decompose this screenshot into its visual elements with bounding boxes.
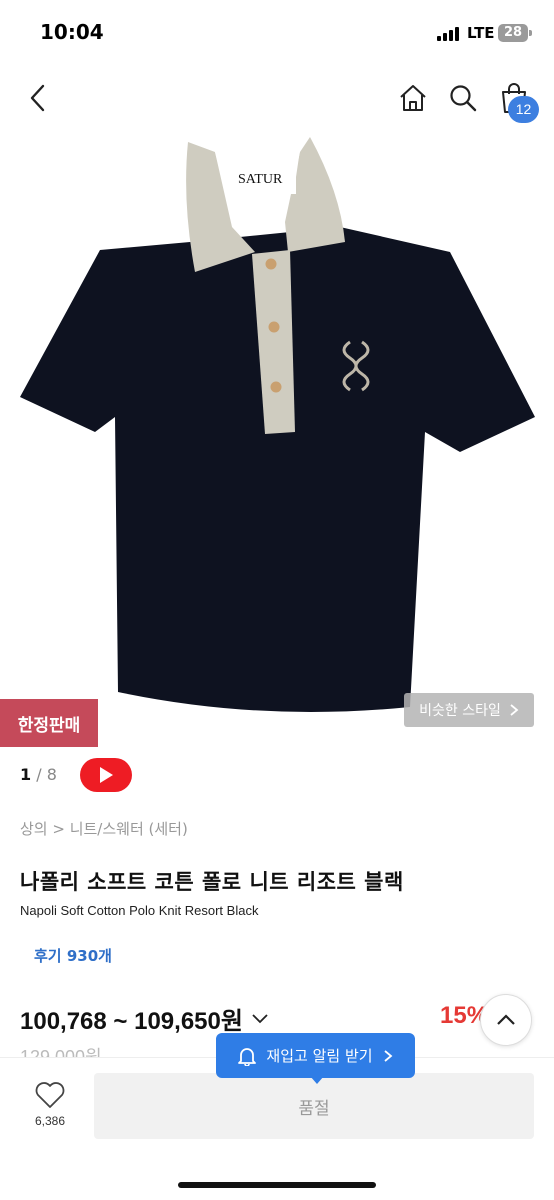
product-image[interactable]: SATUR bbox=[0, 132, 554, 748]
gallery-pager: 1 / 8 bbox=[20, 765, 57, 784]
similar-style-label: 비슷한 스타일 bbox=[419, 703, 501, 719]
video-play-button[interactable] bbox=[80, 758, 132, 792]
battery-tip bbox=[529, 30, 532, 36]
scroll-top-button[interactable] bbox=[480, 994, 532, 1046]
cart-count-badge: 12 bbox=[508, 96, 539, 123]
search-icon bbox=[450, 85, 477, 112]
price-range-value: 100,768 ~ 109,650원 bbox=[20, 1008, 243, 1035]
like-count: 6,386 bbox=[34, 1114, 66, 1128]
battery-icon: 28 bbox=[498, 24, 528, 42]
restock-alert-button[interactable]: 재입고 알림 받기 bbox=[216, 1033, 415, 1078]
pager-current: 1 bbox=[20, 765, 32, 784]
home-icon bbox=[400, 85, 426, 111]
network-label: LTE bbox=[467, 24, 495, 42]
polo-shirt-illustration bbox=[20, 137, 535, 712]
signal-icon bbox=[437, 27, 463, 41]
similar-style-button[interactable]: 비슷한 스타일 bbox=[404, 693, 534, 727]
price-range[interactable]: 100,768 ~ 109,650원 bbox=[20, 1001, 269, 1036]
breadcrumb[interactable]: 상의 > 니트/스웨터 (세터) bbox=[20, 818, 188, 839]
home-button[interactable] bbox=[393, 78, 433, 118]
chevron-right-icon bbox=[510, 704, 519, 716]
brand-label: SATUR bbox=[238, 172, 283, 187]
status-bar: 10:04 LTE 28 bbox=[0, 0, 554, 66]
pager-total: 8 bbox=[46, 765, 57, 784]
status-time: 10:04 bbox=[40, 20, 104, 44]
search-button[interactable] bbox=[443, 78, 483, 118]
product-title-ko: 나폴리 소프트 코튼 폴로 니트 리조트 블랙 bbox=[20, 870, 404, 894]
tooltip-tail bbox=[310, 1076, 324, 1084]
chevron-up-icon bbox=[497, 1014, 515, 1025]
bell-icon bbox=[238, 1047, 257, 1066]
chevron-right-icon bbox=[383, 1049, 392, 1062]
top-nav bbox=[0, 66, 554, 132]
home-indicator[interactable] bbox=[178, 1182, 376, 1188]
product-title-en: Napoli Soft Cotton Polo Knit Resort Blac… bbox=[20, 903, 259, 918]
play-icon bbox=[100, 767, 113, 783]
heart-icon bbox=[35, 1082, 65, 1108]
like-button[interactable]: 6,386 bbox=[20, 1080, 80, 1140]
chevron-left-icon bbox=[30, 84, 45, 112]
chevron-down-icon bbox=[252, 1013, 268, 1023]
limited-badge: 한정판매 bbox=[0, 699, 98, 747]
back-button[interactable] bbox=[18, 78, 58, 118]
restock-label: 재입고 알림 받기 bbox=[266, 1047, 373, 1065]
reviews-link[interactable]: 후기 930개 bbox=[34, 945, 112, 966]
